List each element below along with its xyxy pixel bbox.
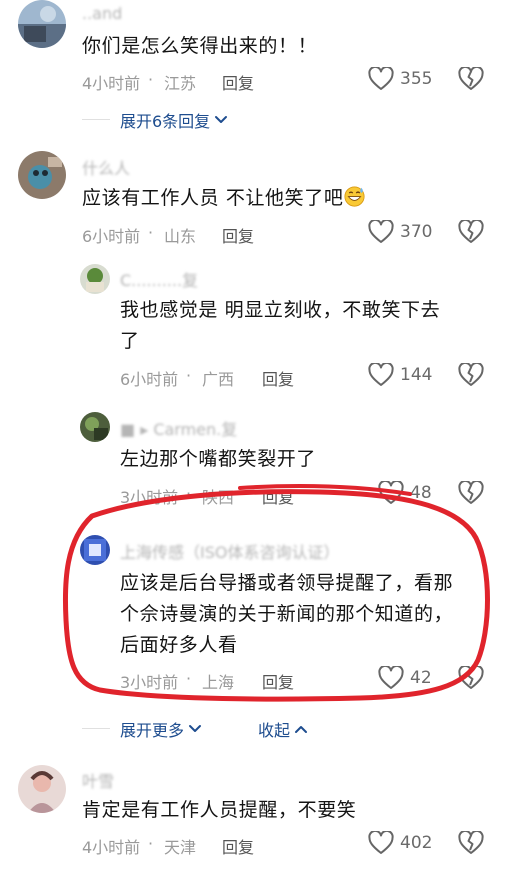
location-separator: · xyxy=(186,484,192,503)
like-count: 42 xyxy=(410,668,432,688)
location-separator: · xyxy=(148,70,154,89)
location-separator: · xyxy=(148,834,154,853)
like-heart-icon xyxy=(368,831,394,854)
red-highlight-circle xyxy=(62,484,490,702)
comment-text-line-2: 个佘诗曼演的关于新闻的那个知道的， xyxy=(120,603,454,625)
comment-time: 4小时前 xyxy=(82,838,141,857)
like-button[interactable]: 144 xyxy=(368,363,432,387)
reply-button[interactable]: 回复 xyxy=(262,669,294,693)
chevron-up-icon xyxy=(295,726,308,733)
expand-replies-button[interactable]: 展开6条回复 xyxy=(120,108,228,132)
location-separator: · xyxy=(186,366,192,385)
expand-more-button[interactable]: 展开更多 xyxy=(120,717,202,741)
reply-button[interactable]: 回复 xyxy=(262,484,294,508)
like-button[interactable]: 370 xyxy=(368,220,432,244)
location-separator: · xyxy=(148,223,154,242)
dislike-button[interactable] xyxy=(458,65,484,95)
like-heart-icon xyxy=(368,220,394,243)
collapse-button[interactable]: 收起 xyxy=(258,717,308,741)
reply-button[interactable]: 回复 xyxy=(222,223,254,247)
like-count: 144 xyxy=(400,365,433,385)
comment-time: 6小时前 xyxy=(120,370,179,389)
avatar[interactable] xyxy=(18,765,66,813)
dislike-broken-heart-icon xyxy=(458,65,484,90)
comment-text-line-2: 了 xyxy=(120,330,140,352)
comment-time: 3小时前 xyxy=(120,488,179,507)
comment-location: 江苏 xyxy=(164,74,197,93)
dislike-button[interactable] xyxy=(458,479,484,509)
dislike-broken-heart-icon xyxy=(458,664,484,689)
username[interactable]: 叶雪 xyxy=(82,768,114,792)
expand-divider xyxy=(82,119,110,120)
comment-time: 6小时前 xyxy=(82,227,141,246)
chevron-down-icon xyxy=(215,116,228,123)
like-heart-icon xyxy=(368,67,394,90)
like-count: 370 xyxy=(400,222,433,242)
dislike-broken-heart-icon xyxy=(458,361,484,386)
dislike-button[interactable] xyxy=(458,361,484,391)
username[interactable]: C..........复 xyxy=(120,267,198,291)
avatar[interactable] xyxy=(80,535,110,565)
comment-location: 上海 xyxy=(202,673,235,692)
avatar[interactable] xyxy=(18,151,66,199)
like-count: 402 xyxy=(400,833,433,853)
thread-controls-divider xyxy=(82,728,110,729)
comment-text-line-1: 应该是后台导播或者领导提醒了，看那 xyxy=(120,572,454,594)
comment-text: 左边那个嘴都笑裂开了 xyxy=(120,448,317,470)
comment-text: 应该有工作人员 不让他笑了吧 xyxy=(82,183,366,214)
expand-more-label: 展开更多 xyxy=(120,721,185,740)
comment-location: 陕西 xyxy=(202,488,235,507)
dislike-broken-heart-icon xyxy=(458,218,484,243)
reply-button[interactable]: 回复 xyxy=(222,834,254,858)
comment-text-line-1: 我也感觉是 明显立刻收，不敢笑下去 xyxy=(120,299,441,321)
comment-text-line-3: 后面好多人看 xyxy=(120,634,238,656)
dislike-broken-heart-icon xyxy=(458,829,484,854)
avatar[interactable] xyxy=(80,264,110,294)
comment-location: 广西 xyxy=(202,370,235,389)
comment-time: 4小时前 xyxy=(82,74,141,93)
comment-time: 3小时前 xyxy=(120,673,179,692)
like-count: 355 xyxy=(400,69,433,89)
comment-text: 肯定是有工作人员提醒，不要笑 xyxy=(82,799,357,821)
comment-location: 天津 xyxy=(164,838,197,857)
like-heart-icon xyxy=(378,481,404,504)
like-heart-icon xyxy=(378,666,404,689)
comment-text: 你们是怎么笑得出来的！！ xyxy=(82,35,318,57)
like-button[interactable]: 48 xyxy=(378,481,432,505)
dislike-broken-heart-icon xyxy=(458,479,484,504)
username[interactable]: 什么人 xyxy=(82,155,130,179)
like-button[interactable]: 402 xyxy=(368,831,432,855)
avatar[interactable] xyxy=(18,0,66,48)
expand-replies-label: 展开6条回复 xyxy=(120,112,211,131)
username[interactable]: ■ ▸ Carmen.复 xyxy=(120,416,237,440)
username[interactable]: 上海传感（ISO体系咨询认证） xyxy=(120,539,339,563)
comment-location: 山东 xyxy=(164,227,197,246)
reply-button[interactable]: 回复 xyxy=(222,70,254,94)
dislike-button[interactable] xyxy=(458,218,484,248)
chevron-down-icon xyxy=(189,725,202,732)
collapse-label: 收起 xyxy=(258,721,291,740)
username[interactable]: ..and xyxy=(82,4,122,23)
comment-text-content: 应该有工作人员 不让他笑了吧 xyxy=(82,187,344,209)
dislike-button[interactable] xyxy=(458,829,484,859)
avatar[interactable] xyxy=(80,412,110,442)
like-heart-icon xyxy=(368,363,394,386)
like-button[interactable]: 355 xyxy=(368,67,432,91)
like-button[interactable]: 42 xyxy=(378,666,432,690)
grinning-sweat-emoji-icon xyxy=(344,186,366,207)
location-separator: · xyxy=(186,669,192,688)
reply-button[interactable]: 回复 xyxy=(262,366,294,390)
like-count: 48 xyxy=(410,483,432,503)
dislike-button[interactable] xyxy=(458,664,484,694)
